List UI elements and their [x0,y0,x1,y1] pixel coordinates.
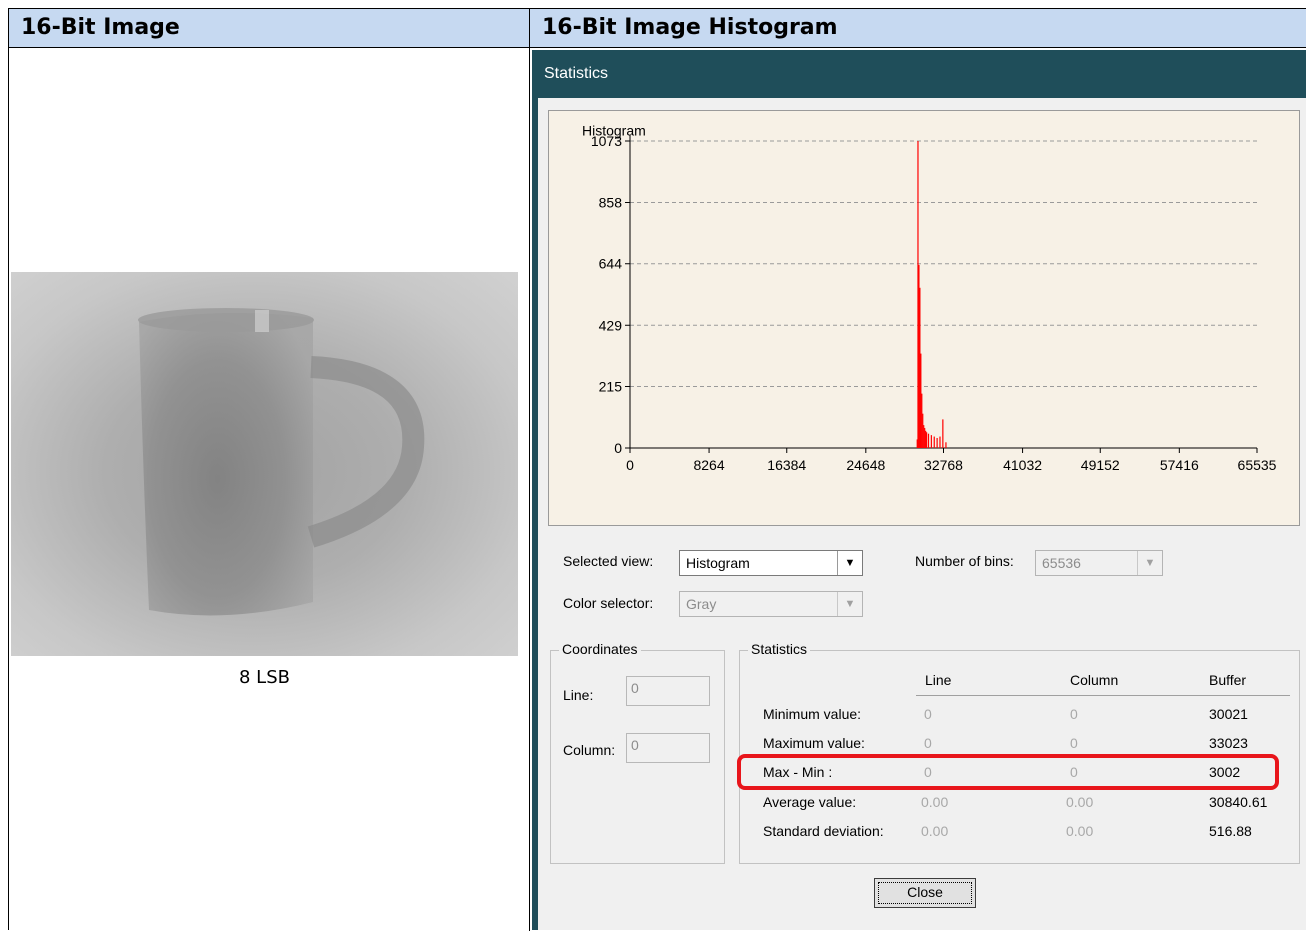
highlight-box [737,754,1279,790]
stats-row-min-buffer: 30021 [1209,706,1248,722]
histogram-bar [925,432,928,448]
histogram-chart: Histogram107385864442921500 8264 16384 2464… [582,122,1277,473]
x-tick-label-57416: 57416 [1160,457,1199,473]
stats-row-max-label: Maximum value: [763,735,865,751]
y-tick-label-858: 858 [599,195,623,211]
coordinates-title: Coordinates [559,641,641,657]
x-tick-label-8264: 8264 [693,457,724,473]
x-tick-label-65535: 65535 [1238,457,1277,473]
stats-row-stddev-buffer: 516.88 [1209,823,1252,839]
stats-row-stddev-line: 0.00 [921,823,949,839]
chevron-down-icon[interactable]: ▼ [1137,551,1162,575]
stats-header-line: Line [925,672,952,688]
y-tick-label-429: 429 [599,317,623,333]
window-title: Statistics [544,65,609,82]
coordinates-column-label: Column: [563,742,616,758]
image-caption: 8 LSB [239,667,290,688]
stats-header-buffer: Buffer [1209,672,1247,688]
x-tick-label-41032: 41032 [1003,457,1042,473]
stats-row-min-line: 0 [924,706,932,722]
coordinates-group: Coordinates Line: 0 Column: 0 [550,641,725,864]
table-header-row: 16-Bit Image 16-Bit Image Histogram [9,9,1306,48]
header-right: 16-Bit Image Histogram [542,15,838,40]
column-divider [529,47,530,931]
color-selector-select[interactable]: Gray ▼ [679,591,863,617]
selected-view-select[interactable]: Histogram ▼ [679,550,863,576]
stats-row-max-column: 0 [1070,735,1078,751]
bins-label: Number of bins: [915,553,1014,569]
x-tick-label-16384: 16384 [767,457,806,473]
window-client-area: Histogram 1073 858 644 429 215 0 0 8264 16384 2464… [538,98,1306,930]
stats-row-average-label: Average value: [763,794,857,810]
coordinates-column-input[interactable]: 0 [626,733,710,763]
header-left: 16-Bit Image [9,9,530,47]
stats-row-min-column: 0 [1070,706,1078,722]
stats-header-divider [916,695,1290,696]
histogram-bar [942,419,944,448]
histogram-bar [945,442,947,448]
stats-row-average-column: 0.00 [1066,794,1094,810]
chevron-down-icon[interactable]: ▼ [837,551,862,575]
mug-illustration [138,308,425,616]
color-selector-label: Color selector: [563,595,654,611]
stats-row-average-buffer: 30840.61 [1209,794,1268,810]
y-tick-label-644: 644 [599,256,623,272]
stats-row-min-label: Minimum value: [763,706,862,722]
coordinates-line-input[interactable]: 0 [626,676,710,706]
y-tick-label-0: 0 [614,440,622,456]
x-tick-label-32768: 32768 [924,457,963,473]
bins-value: 65536 [1042,555,1081,571]
histogram-bar [939,436,941,448]
selected-view-label: Selected view: [563,553,654,569]
histogram-bar [936,437,938,448]
x-tick-label-49152: 49152 [1081,457,1120,473]
stats-row-max-line: 0 [924,735,932,751]
x-tick-label-24648: 24648 [846,457,885,473]
statistics-title: Statistics [748,641,811,657]
statistics-window: Statistics Histogram 1073 858 644 429 215 0 0 82… [532,50,1306,930]
histogram-bar [930,435,932,448]
stats-header-column: Column [1070,672,1119,688]
close-button[interactable]: Close [874,878,976,908]
coordinates-line-label: Line: [563,687,594,703]
histogram-panel: Histogram 1073 858 644 429 215 0 0 8264 16384 2464… [548,110,1300,526]
stats-row-average-line: 0.00 [921,794,949,810]
selected-view-value: Histogram [686,555,750,571]
chevron-down-icon[interactable]: ▼ [837,592,862,616]
color-selector-value: Gray [686,596,717,612]
bins-select[interactable]: 65536 ▼ [1035,550,1163,576]
y-tick-label-215: 215 [599,378,623,394]
mug-image [11,272,518,656]
stats-row-stddev-column: 0.00 [1066,823,1094,839]
stats-row-max-buffer: 33023 [1209,735,1248,751]
stats-row-stddev-label: Standard deviation: [763,823,884,839]
y-tick-label-1073: 1073 [591,133,622,149]
histogram-bar [927,433,930,448]
histogram-bar [933,436,935,448]
x-tick-label-0: 0 [626,457,634,473]
